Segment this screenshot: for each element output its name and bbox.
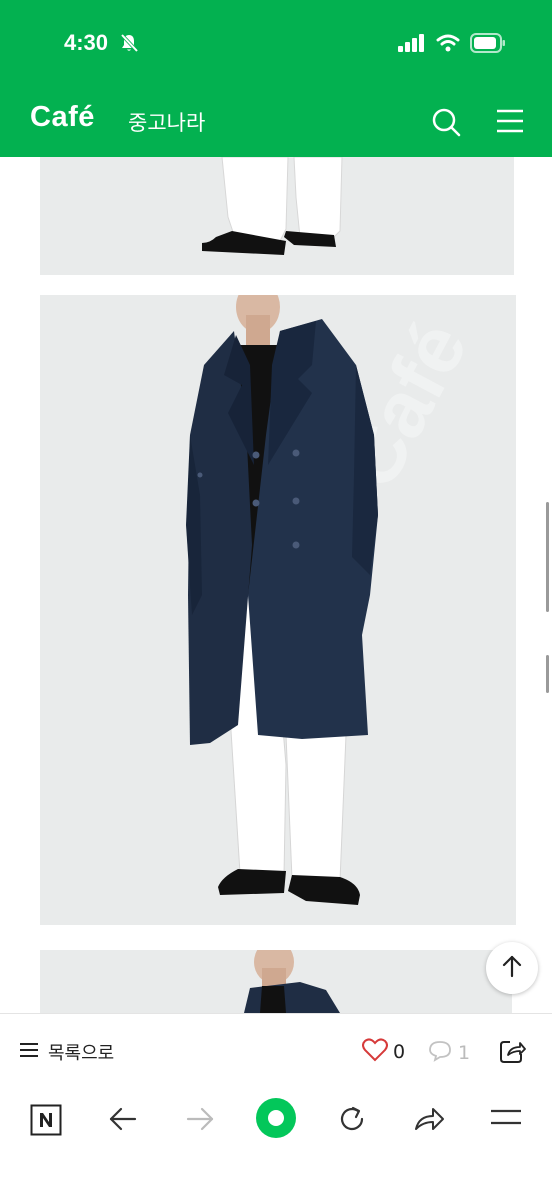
forward-arrow-icon[interactable] xyxy=(185,1104,215,1138)
search-icon[interactable] xyxy=(430,106,462,142)
status-indicators xyxy=(398,33,506,57)
scroll-top-button[interactable] xyxy=(486,942,538,994)
scrollbar-thumb[interactable] xyxy=(546,655,549,693)
comment-count: 1 xyxy=(458,1042,471,1064)
share-icon[interactable] xyxy=(498,1038,526,1068)
arrow-up-icon xyxy=(501,954,523,982)
cafe-name[interactable]: 중고나라 xyxy=(128,107,205,137)
share-arrow-icon[interactable] xyxy=(413,1104,445,1138)
list-button[interactable]: 목록으로 xyxy=(20,1039,114,1065)
heart-icon xyxy=(362,1038,388,1066)
comment-button[interactable]: 1 xyxy=(428,1040,470,1066)
menu-icon[interactable] xyxy=(495,108,525,138)
reload-icon[interactable] xyxy=(337,1104,367,1138)
scrollbar[interactable] xyxy=(546,502,549,612)
bell-muted-icon xyxy=(119,33,139,57)
back-arrow-icon[interactable] xyxy=(108,1104,138,1138)
wifi-icon xyxy=(436,34,460,56)
product-photo[interactable]: Café xyxy=(40,295,516,925)
product-photo[interactable] xyxy=(40,157,514,275)
like-button[interactable]: 0 xyxy=(362,1038,405,1066)
battery-icon xyxy=(470,33,506,57)
app-header: 4:30 Café 중고나라 xyxy=(0,0,552,157)
home-green-circle-icon[interactable] xyxy=(255,1097,297,1143)
browser-toolbar xyxy=(0,1086,552,1200)
like-count: 0 xyxy=(393,1041,406,1063)
comment-icon xyxy=(428,1040,452,1066)
status-time: 4:30 xyxy=(64,30,109,55)
article-action-bar: 목록으로 0 1 xyxy=(0,1013,552,1087)
cafe-logo[interactable]: Café xyxy=(30,101,95,134)
menu-lines-icon[interactable] xyxy=(490,1108,522,1132)
coat-photo-top-crop xyxy=(244,950,340,1013)
coat-photo-full: Café xyxy=(186,295,484,905)
product-photo[interactable] xyxy=(40,950,512,1013)
signal-icon xyxy=(398,34,426,56)
list-label: 목록으로 xyxy=(48,1043,115,1064)
naver-n-icon[interactable] xyxy=(30,1104,62,1140)
list-icon xyxy=(20,1042,38,1062)
coat-photo-bottom-crop xyxy=(202,157,343,255)
